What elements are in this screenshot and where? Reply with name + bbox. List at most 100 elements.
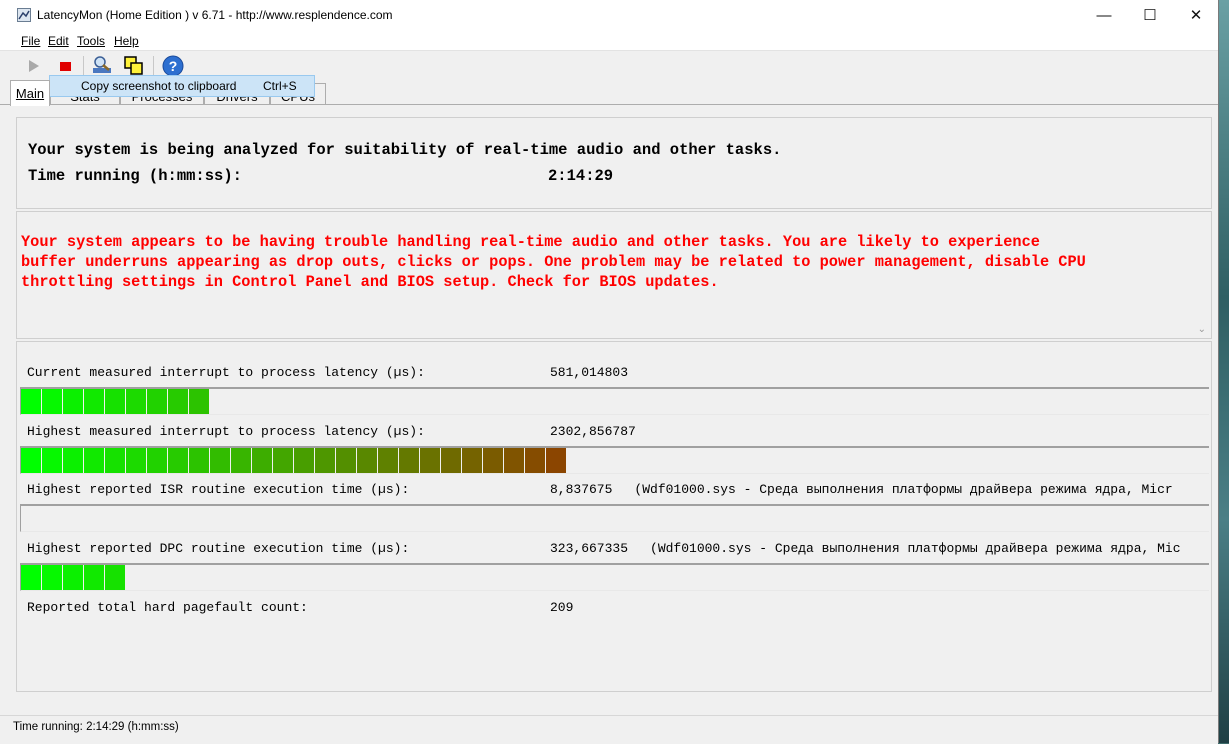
menu-help-label: Help bbox=[114, 34, 139, 48]
tab-main[interactable]: Main bbox=[10, 80, 50, 106]
bar-segment bbox=[63, 389, 83, 414]
desktop-background bbox=[1218, 0, 1229, 743]
bar-segment bbox=[105, 565, 125, 590]
bar-segment bbox=[483, 448, 503, 473]
tooltip-label: Copy screenshot to clipboard bbox=[81, 79, 237, 93]
isr-time-number: 8,837675 bbox=[550, 482, 613, 497]
dpc-time-bar-fill bbox=[21, 565, 126, 590]
bar-segment bbox=[126, 448, 146, 473]
analysis-status-text: Your system is being analyzed for suitab… bbox=[28, 141, 782, 159]
pagefault-count-label: Reported total hard pagefault count: bbox=[27, 600, 308, 615]
menu-tools-label: Tools bbox=[77, 34, 106, 48]
bar-segment bbox=[294, 448, 314, 473]
bar-segment bbox=[462, 448, 482, 473]
bar-segment bbox=[420, 448, 440, 473]
copy-screenshot-icon[interactable] bbox=[123, 55, 145, 77]
main-tab-content: Your system is being analyzed for suitab… bbox=[0, 105, 1218, 715]
isr-time-label: Highest reported ISR routine execution t… bbox=[27, 482, 410, 497]
bar-segment bbox=[63, 565, 83, 590]
play-icon[interactable] bbox=[23, 55, 45, 77]
close-button[interactable]: ✕ bbox=[1173, 0, 1219, 31]
app-icon bbox=[17, 8, 31, 22]
tooltip-shortcut: Ctrl+S bbox=[263, 79, 297, 93]
pagefault-count-value: 209 bbox=[550, 600, 573, 615]
bar-segment bbox=[504, 448, 524, 473]
dpc-time-label: Highest reported DPC routine execution t… bbox=[27, 541, 410, 556]
bar-segment bbox=[105, 389, 125, 414]
menu-edit-label: Edit bbox=[48, 34, 69, 48]
bar-segment bbox=[399, 448, 419, 473]
isr-time-value: 8,837675 (Wdf01000.sys - Среда выполнения… bbox=[550, 482, 1173, 497]
dpc-time-bar bbox=[20, 563, 1209, 591]
bar-segment bbox=[42, 389, 62, 414]
current-latency-bar-fill bbox=[21, 389, 210, 414]
bar-segment bbox=[126, 389, 146, 414]
bar-segment bbox=[42, 565, 62, 590]
status-text: Time running: 2:14:29 (h:mm:ss) bbox=[13, 721, 179, 733]
window-title: LatencyMon (Home Edition ) v 6.71 - http… bbox=[37, 8, 393, 22]
bar-segment bbox=[168, 448, 188, 473]
tooltip: Copy screenshot to clipboard Ctrl+S bbox=[49, 75, 315, 97]
menu-tools[interactable]: Tools bbox=[77, 34, 105, 48]
bar-segment bbox=[336, 448, 356, 473]
pagefault-count-number: 209 bbox=[550, 600, 574, 615]
minimize-button[interactable]: — bbox=[1081, 0, 1127, 31]
bar-segment bbox=[525, 448, 545, 473]
bar-segment bbox=[21, 565, 41, 590]
menu-file[interactable]: File bbox=[21, 34, 40, 48]
isr-driver-text: (Wdf01000.sys - Среда выполнения платфор… bbox=[634, 482, 1173, 497]
maximize-button[interactable]: ☐ bbox=[1127, 0, 1173, 31]
bar-segment bbox=[63, 448, 83, 473]
menu-file-label: File bbox=[21, 34, 41, 48]
bar-segment bbox=[546, 448, 566, 473]
bar-segment bbox=[189, 389, 209, 414]
bar-segment bbox=[252, 448, 272, 473]
menu-help[interactable]: Help bbox=[114, 34, 139, 48]
bar-segment bbox=[273, 448, 293, 473]
bar-segment bbox=[357, 448, 377, 473]
warning-panel: Your system appears to be having trouble… bbox=[16, 211, 1212, 339]
menu-edit[interactable]: Edit bbox=[48, 34, 69, 48]
bar-segment bbox=[147, 389, 167, 414]
bar-segment bbox=[441, 448, 461, 473]
bar-segment bbox=[315, 448, 335, 473]
bar-segment bbox=[84, 565, 104, 590]
dpc-time-value: 323,667335 (Wdf01000.sys - Среда выполнен… bbox=[550, 541, 1181, 556]
time-running-value: 2:14:29 bbox=[548, 167, 614, 185]
bar-segment bbox=[42, 448, 62, 473]
time-running-label: Time running (h:mm:ss): bbox=[28, 167, 242, 185]
stop-icon[interactable] bbox=[54, 55, 76, 77]
highest-latency-number: 2302,856787 bbox=[550, 424, 636, 439]
metrics-panel: Current measured interrupt to process la… bbox=[16, 341, 1212, 692]
highest-latency-value: 2302,856787 bbox=[550, 424, 636, 439]
bar-segment bbox=[189, 448, 209, 473]
menu-bar: File Edit Tools Help bbox=[0, 31, 1218, 50]
title-bar[interactable]: LatencyMon (Home Edition ) v 6.71 - http… bbox=[0, 0, 1218, 31]
current-latency-label: Current measured interrupt to process la… bbox=[27, 365, 425, 380]
bar-segment bbox=[147, 448, 167, 473]
bar-segment bbox=[378, 448, 398, 473]
magnifier-tools-icon[interactable] bbox=[91, 55, 113, 77]
warning-message[interactable]: Your system appears to be having trouble… bbox=[21, 232, 1189, 292]
dpc-time-number: 323,667335 bbox=[550, 541, 629, 556]
isr-time-bar bbox=[20, 504, 1209, 532]
bar-segment bbox=[210, 448, 230, 473]
svg-text:?: ? bbox=[169, 58, 178, 74]
highest-latency-bar bbox=[20, 446, 1209, 474]
dpc-driver-text: (Wdf01000.sys - Среда выполнения платфор… bbox=[650, 541, 1181, 556]
bar-segment bbox=[21, 389, 41, 414]
status-bar: Time running: 2:14:29 (h:mm:ss) bbox=[0, 715, 1218, 744]
bar-segment bbox=[21, 448, 41, 473]
highest-latency-label: Highest measured interrupt to process la… bbox=[27, 424, 425, 439]
tab-main-label: Main bbox=[15, 86, 45, 101]
bar-segment bbox=[105, 448, 125, 473]
current-latency-value: 581,014803 bbox=[550, 365, 628, 380]
bar-segment bbox=[84, 448, 104, 473]
help-icon[interactable]: ? bbox=[162, 55, 184, 77]
scroll-down-icon[interactable]: ⌄ bbox=[1198, 324, 1206, 335]
analysis-intro-panel: Your system is being analyzed for suitab… bbox=[16, 117, 1212, 209]
current-latency-number: 581,014803 bbox=[550, 365, 629, 380]
current-latency-bar bbox=[20, 387, 1209, 415]
highest-latency-bar-fill bbox=[21, 448, 567, 473]
app-window: LatencyMon (Home Edition ) v 6.71 - http… bbox=[0, 0, 1219, 744]
